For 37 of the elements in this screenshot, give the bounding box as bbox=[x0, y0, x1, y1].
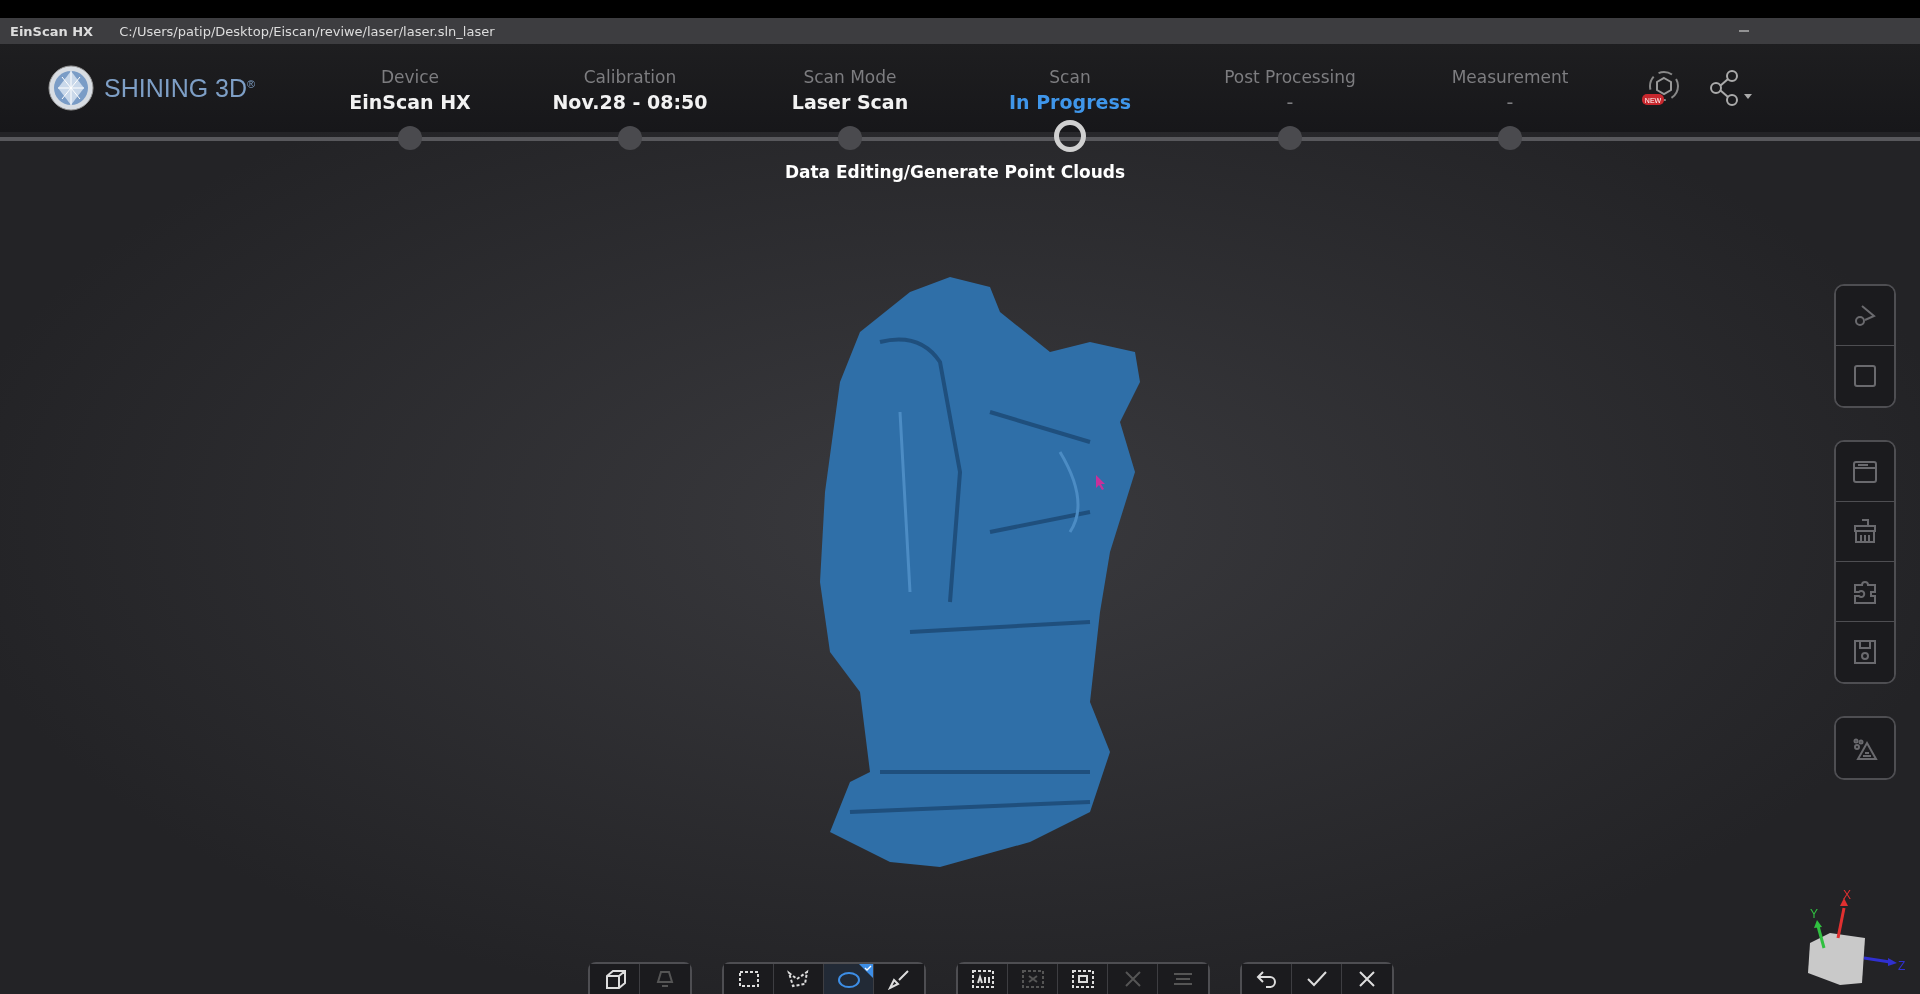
axis-label: X bbox=[1843, 888, 1851, 902]
selected-corner-icon bbox=[859, 964, 873, 978]
cube-tool-button[interactable] bbox=[590, 964, 640, 994]
step-value: - bbox=[1286, 91, 1294, 113]
cursor-icon bbox=[1095, 474, 1107, 490]
step-label: Scan bbox=[1049, 67, 1091, 87]
step-label: Scan Mode bbox=[803, 67, 897, 87]
orientation-cube-drawing[interactable] bbox=[1808, 933, 1865, 985]
step-label: Device bbox=[380, 67, 440, 87]
brand-name: SHINING 3D$^{®}$ bbox=[104, 73, 256, 103]
axis-label: Z bbox=[1898, 959, 1906, 973]
step-value: Nov.28 - 08:50 bbox=[552, 91, 708, 113]
lasso-tool-button[interactable] bbox=[824, 964, 874, 994]
diamond-logo-icon bbox=[48, 65, 94, 111]
step-value: Laser Scan bbox=[791, 91, 909, 113]
current-task-label: Data Editing/Generate Point Clouds bbox=[784, 162, 1126, 182]
axis-label: Y bbox=[1810, 907, 1818, 921]
step-label: Measurement bbox=[1451, 67, 1569, 87]
connected-icon bbox=[1069, 968, 1096, 990]
step-value: EinScan HX bbox=[349, 91, 471, 113]
z-axis-arrow bbox=[1863, 956, 1897, 966]
file-path: C:/Users/patip/Desktop/Eiscan/reviwe/laser/laser.sln_laser bbox=[119, 23, 495, 39]
step-label: Post Processing bbox=[1224, 67, 1356, 87]
play-settings-tool-button[interactable] bbox=[1836, 286, 1894, 346]
all-icon bbox=[969, 968, 996, 990]
invert-icon bbox=[1019, 968, 1046, 990]
step-value: In Progress bbox=[1008, 91, 1131, 113]
y-axis-arrow bbox=[1814, 920, 1826, 949]
x-axis-arrow bbox=[1836, 898, 1848, 939]
brush-icon bbox=[886, 968, 912, 990]
undo-tool-button[interactable] bbox=[1242, 964, 1292, 994]
all-tool-button[interactable] bbox=[958, 964, 1008, 994]
window-title: EinScan HX bbox=[10, 23, 94, 39]
step-label: Calibration bbox=[583, 67, 677, 87]
step-value: - bbox=[1506, 91, 1514, 113]
rect-tool-button[interactable] bbox=[724, 964, 774, 994]
panel-tool-button[interactable] bbox=[1836, 442, 1894, 502]
